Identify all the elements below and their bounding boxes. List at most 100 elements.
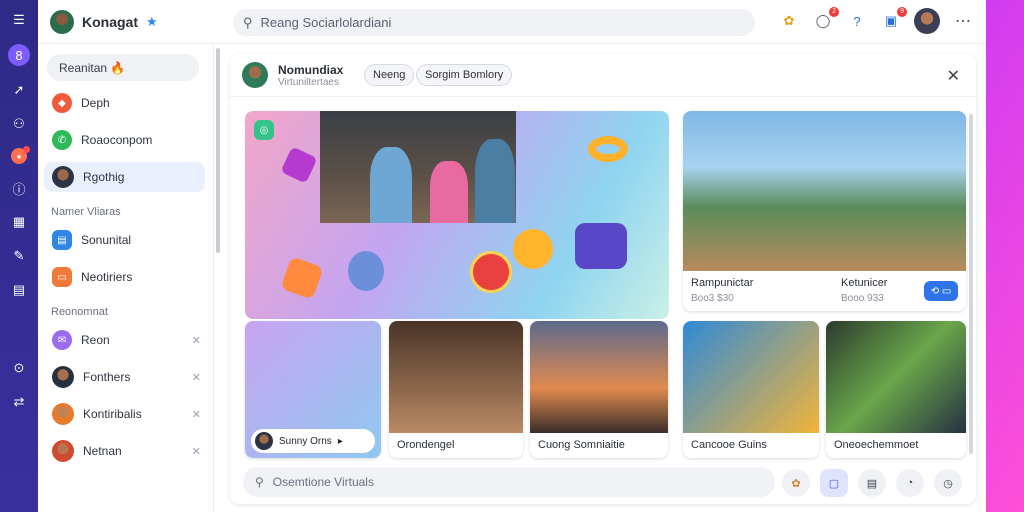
filter-chip[interactable]: Sorgim Bomlory: [416, 64, 513, 86]
contact-item[interactable]: Kontiribalis ✕: [38, 399, 213, 429]
content-panel: Nomundiax Virtuniltertaes Neeng Sorgim B…: [230, 54, 976, 504]
sidebar-item-sonunital[interactable]: ▤ Sonunital: [38, 225, 213, 255]
close-icon[interactable]: ✕: [192, 445, 201, 458]
left-rail: ☰ 8 ➚ ⚇ ● ⓘ ▦ ✎ ▤ ⊙ ⇄: [0, 0, 38, 512]
pen-icon[interactable]: ✎: [9, 246, 29, 266]
app-badge-icon: ◎: [254, 120, 274, 140]
close-icon[interactable]: ✕: [192, 408, 201, 421]
sticker-icon[interactable]: ✿: [778, 10, 800, 32]
search-input[interactable]: ⚲ Reang Sociarlolardiani: [233, 9, 755, 36]
contact-label: Netnan: [83, 444, 122, 458]
card-caption: Oneoechemmoet: [834, 439, 919, 451]
brand[interactable]: Konagat ★: [50, 9, 230, 34]
sidebar-item-label: Neotiriers: [81, 270, 133, 284]
chat-badge: 2: [829, 7, 839, 17]
panel-scrollbar[interactable]: [969, 114, 973, 454]
card-meta: Boo3 $30: [691, 293, 734, 304]
document-icon[interactable]: ▤: [858, 469, 886, 497]
play-icon[interactable]: ▸: [338, 436, 343, 447]
notification-icon[interactable]: ●: [11, 146, 30, 164]
window-icon: ▤: [52, 230, 72, 250]
emoji-sticker-icon: [513, 229, 553, 269]
contact-avatar: [52, 403, 74, 425]
hero-banner[interactable]: ◎: [245, 111, 669, 319]
people-icon[interactable]: ⚇: [9, 114, 29, 134]
info-icon[interactable]: ⓘ: [9, 178, 29, 198]
phone-icon: ✆: [52, 130, 72, 150]
share-icon[interactable]: ⇄: [9, 392, 29, 412]
robot-sticker-icon: [575, 223, 627, 269]
divider: [230, 96, 976, 97]
card-image: [683, 111, 966, 271]
sidebar: Reanitan 🔥 ◆ Deph ✆ Roaoconpom Rgothig N…: [38, 44, 214, 512]
menu-icon[interactable]: ☰: [9, 10, 29, 30]
refresh-button[interactable]: ⟲ ▭: [924, 281, 958, 301]
sidebar-scrollbar[interactable]: [216, 48, 220, 253]
close-icon[interactable]: ✕: [947, 66, 960, 86]
timer-icon[interactable]: ◔: [896, 469, 924, 497]
card-image: [683, 321, 819, 433]
sidebar-item-neotiriers[interactable]: ▭ Neotiriers: [38, 262, 213, 292]
sidebar-item-deph[interactable]: ◆ Deph: [38, 88, 213, 118]
sticker-pack-icon[interactable]: ✿: [782, 469, 810, 497]
sidebar-item-label: Sonunital: [81, 233, 132, 247]
verified-star-icon: ★: [146, 13, 158, 29]
close-icon[interactable]: ✕: [192, 334, 201, 347]
clock-icon[interactable]: ◷: [934, 469, 962, 497]
contact-label: Fonthers: [83, 370, 131, 384]
settings-icon[interactable]: ⊙: [9, 358, 29, 378]
badge-icon: ◆: [52, 93, 72, 113]
sidebar-pill[interactable]: Reanitan 🔥: [47, 54, 199, 81]
message-badge: 9: [897, 7, 907, 17]
pin-icon[interactable]: ➚: [9, 80, 29, 100]
sidebar-section-title: Reonomnat: [51, 306, 108, 318]
sidebar-item-roaoconpom[interactable]: ✆ Roaoconpom: [38, 125, 213, 155]
filter-chip[interactable]: Neeng: [364, 64, 415, 86]
window-icon[interactable]: ▢: [820, 469, 848, 497]
search-placeholder: Reang Sociarlolardiani: [260, 15, 392, 30]
chat-bubble-icon: ✉: [52, 330, 72, 350]
user-avatar[interactable]: [914, 8, 940, 34]
calendar-icon[interactable]: ▦: [9, 212, 29, 232]
sidebar-item-label: Deph: [81, 96, 110, 110]
caption-avatar: [255, 432, 273, 450]
media-card[interactable]: Cancooe Guins: [683, 321, 819, 458]
app-logo-icon[interactable]: 8: [8, 44, 30, 66]
more-icon[interactable]: ⋯: [952, 10, 974, 32]
contact-label: Kontiribalis: [83, 407, 142, 421]
sidebar-section-title: Namer Vliaras: [51, 206, 121, 218]
search-icon: ⚲: [243, 14, 253, 30]
ring-sticker-icon: [588, 136, 628, 162]
contact-label: Reon: [81, 333, 110, 347]
card-caption: Orondengel: [397, 439, 455, 451]
contact-item[interactable]: Netnan ✕: [38, 436, 213, 466]
card-caption: Cancooe Guins: [691, 439, 767, 451]
card-image: [826, 321, 966, 433]
help-icon[interactable]: ?: [846, 10, 868, 32]
contact-avatar: [52, 366, 74, 388]
sidebar-item-label: Roaoconpom: [81, 133, 153, 147]
shape-sticker-icon: [280, 256, 324, 300]
media-card[interactable]: Orondengel: [389, 321, 523, 458]
sidebar-item-rgothig[interactable]: Rgothig: [44, 162, 205, 192]
message-icon[interactable]: ▣ 9: [880, 7, 907, 32]
media-card-2[interactable]: Ketunicer Booo 933 ⟲ ▭: [833, 271, 966, 311]
grid-icon[interactable]: ▤: [9, 280, 29, 300]
star-sticker-icon: [470, 251, 512, 293]
media-card[interactable]: Cuong Somniaitie: [530, 321, 668, 458]
media-card[interactable]: Sunny Orns ▸: [245, 321, 381, 458]
chat-icon[interactable]: ◯ 2: [812, 7, 839, 32]
contact-item[interactable]: ✉ Reon ✕: [38, 325, 213, 355]
card-caption: Ketunicer: [841, 277, 888, 289]
close-icon[interactable]: ✕: [192, 371, 201, 384]
cube-sticker-icon: [280, 146, 318, 184]
panel-search-input[interactable]: ⚲ Osemtione Virtuals: [243, 467, 775, 497]
media-card[interactable]: Oneoechemmoet: [826, 321, 966, 458]
contact-item[interactable]: Fonthers ✕: [38, 362, 213, 392]
contact-avatar: [52, 440, 74, 462]
card-image: [530, 321, 668, 433]
panel-avatar: [242, 62, 268, 88]
card-caption: Rampunictar: [691, 277, 754, 289]
planet-sticker-icon: [348, 251, 384, 291]
panel-subtitle: Virtuniltertaes: [278, 76, 339, 88]
